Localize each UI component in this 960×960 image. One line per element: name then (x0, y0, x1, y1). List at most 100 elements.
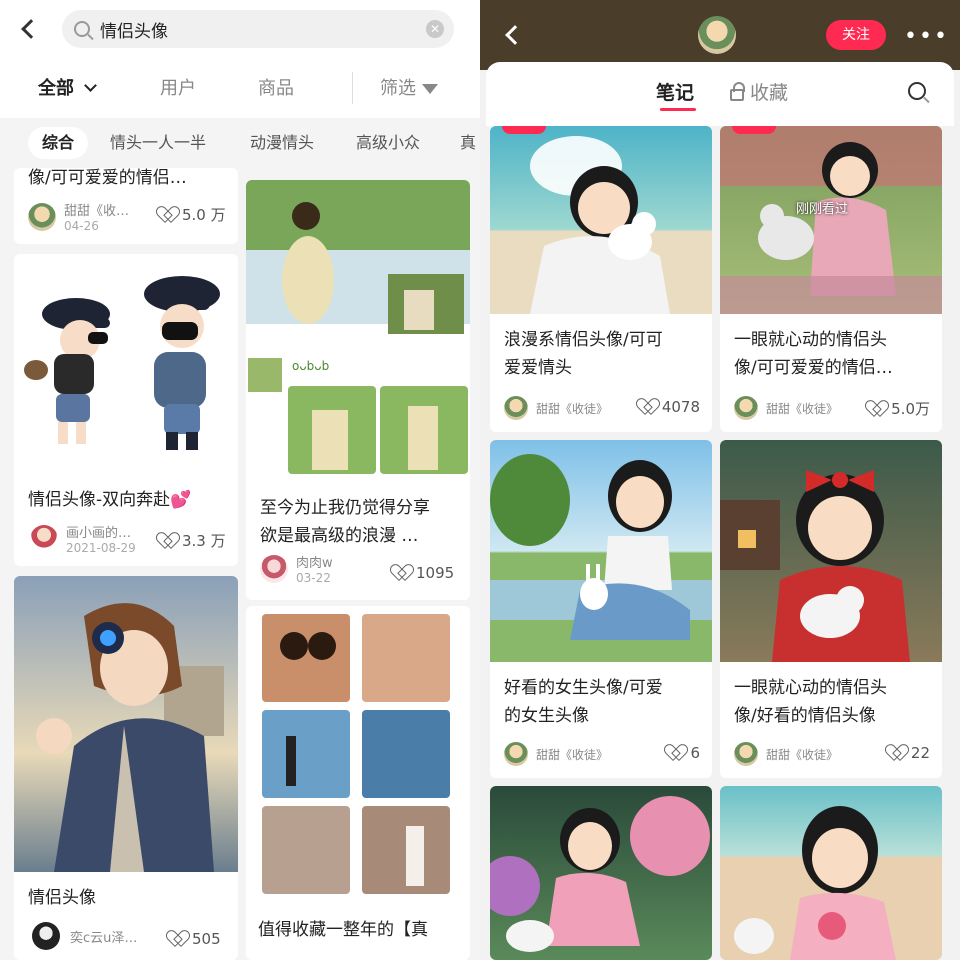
note-card[interactable]: 情侣头像-双向奔赴💕 画小画的… 2021-08-29 3.3 万 (14, 254, 238, 566)
avatar[interactable] (734, 742, 758, 766)
lake-couple-collage: oᴗbᴗb (246, 180, 470, 474)
more-icon[interactable]: ••• (904, 24, 949, 49)
avatar[interactable] (504, 396, 528, 420)
note-title-line-1: 好看的女生头像/可爱 (504, 678, 663, 698)
like-number: 5.0万 (891, 400, 930, 418)
note-title-line-1: 至今为止我仍觉得分享 (260, 498, 430, 518)
like-count[interactable]: 4078 (640, 398, 700, 416)
tab-divider (352, 72, 353, 104)
avatar[interactable] (32, 922, 60, 950)
author-name: 甜甜《收徒》 (536, 401, 609, 416)
avatar[interactable] (698, 16, 736, 54)
like-number: 505 (192, 930, 221, 948)
note-card[interactable]: 情侣头像 奕c云u泽… 505 (14, 576, 238, 960)
girl-with-kitten-red-bow-illustration (720, 470, 910, 662)
tab-filter[interactable]: 筛选 (380, 74, 438, 100)
girl-with-dog-garden-illustration (720, 126, 942, 314)
recently-viewed-label: 刚刚看过 (796, 202, 849, 217)
search-bar[interactable]: 情侣头像 ✕ (62, 10, 454, 48)
cover-image (490, 786, 712, 960)
avatar[interactable] (504, 742, 528, 766)
cover-image: oᴗbᴗb (246, 180, 470, 506)
search-icon[interactable] (908, 82, 926, 100)
heart-icon (869, 401, 887, 417)
avatar[interactable] (28, 202, 56, 231)
note-card[interactable]: 一眼就心动的情侣头 像/好看的情侣头像 甜甜《收徒》 22 (720, 440, 942, 778)
tab-favorites-label: 收藏 (750, 82, 789, 104)
note-meta: 奕c云u泽… (32, 922, 137, 950)
note-card[interactable]: 值得收藏一整年的【真 (246, 606, 470, 960)
like-count[interactable]: 505 (170, 930, 221, 948)
left-screen: 情侣头像 ✕ 全部 用户 商品 筛选 综合 情头一人一半 动漫情头 高级小众 真… (0, 0, 480, 960)
chevron-down-icon (84, 79, 98, 92)
heart-icon (160, 533, 178, 549)
cover-image (246, 606, 470, 902)
search-icon (74, 21, 90, 37)
note-title: 至今为止我仍觉得分享 欲是最高级的浪漫 … (260, 494, 460, 550)
note-date: 04-26 (64, 219, 99, 233)
cover-image (490, 126, 712, 314)
chip-half-pair[interactable]: 情头一人一半 (96, 127, 220, 159)
note-title: 一眼就心动的情侣头 像/可可爱爱的情侣… (734, 326, 934, 382)
author-name: 甜甜《收… (64, 204, 130, 219)
author-name: 甜甜《收徒》 (536, 747, 609, 762)
note-title: 一眼就心动的情侣头 像/好看的情侣头像 (734, 674, 934, 730)
author-name: 奕c云u泽… (70, 930, 138, 946)
heart-icon (889, 745, 907, 761)
note-card[interactable]: oᴗbᴗb 至今为止我仍觉得分享 欲是最高级的浪漫 … 肉肉w 03-22 109… (246, 180, 470, 600)
note-title: 像/可可爱爱的情侣… (28, 168, 187, 188)
search-input[interactable]: 情侣头像 (100, 17, 168, 42)
like-count[interactable]: 1095 (394, 564, 454, 582)
like-count[interactable]: 22 (889, 744, 930, 762)
avatar[interactable] (734, 396, 758, 420)
chip-niche[interactable]: 高级小众 (342, 127, 434, 159)
status-badge (502, 126, 546, 134)
note-card[interactable]: 刚刚看过 一眼就心动的情侣头 像/可可爱爱的情侣… 甜甜《收徒》 5.0万 (720, 126, 942, 432)
avatar[interactable] (30, 524, 58, 553)
tab-users[interactable]: 用户 (160, 74, 196, 100)
chip-anime-pair[interactable]: 动漫情头 (236, 127, 328, 159)
tab-favorites[interactable]: 收藏 (730, 78, 788, 105)
like-count[interactable]: 6 (668, 744, 700, 762)
like-count[interactable]: 3.3 万 (160, 530, 226, 551)
note-title-line-2: 像/好看的情侣头像 (734, 706, 876, 726)
tab-all[interactable]: 全部 (38, 74, 98, 100)
heart-icon (170, 931, 188, 947)
note-card[interactable]: 好看的女生头像/可爱 的女生头像 甜甜《收徒》 6 (490, 440, 712, 778)
chip-overall[interactable]: 综合 (28, 127, 89, 159)
note-card[interactable] (720, 786, 942, 960)
like-number: 3.3 万 (182, 532, 226, 550)
clear-icon[interactable]: ✕ (426, 20, 444, 38)
result-tabs: 全部 用户 商品 筛选 (0, 62, 480, 118)
note-title-line-2: 像/可可爱爱的情侣… (734, 358, 893, 378)
note-title-line-2: 欲是最高级的浪漫 … (260, 526, 419, 546)
like-count[interactable]: 5.0万 (869, 398, 930, 419)
note-meta: 画小画的… 2021-08-29 (30, 522, 136, 555)
avatar[interactable] (260, 554, 288, 583)
chip-real[interactable]: 真 (446, 127, 480, 159)
note-date: 03-22 (296, 571, 331, 585)
author-name: 甜甜《收徒》 (766, 747, 839, 762)
note-title-line-1: 一眼就心动的情侣头 (734, 330, 887, 350)
note-date: 2021-08-29 (66, 541, 136, 555)
like-number: 5.0 万 (182, 206, 226, 224)
note-card[interactable]: 浪漫系情侣头像/可可 爱爱情头 甜甜《收徒》 4078 (490, 126, 712, 432)
cover-image (14, 254, 238, 476)
note-title: 情侣头像 (28, 888, 96, 908)
active-tab-underline (660, 108, 696, 111)
note-card[interactable]: 像/可可爱爱的情侣… 甜甜《收… 04-26 5.0 万 (14, 168, 238, 244)
note-meta: 肉肉w 03-22 (260, 552, 333, 585)
heart-icon (160, 207, 178, 223)
tab-all-label: 全部 (38, 78, 74, 99)
like-count[interactable]: 5.0 万 (160, 204, 226, 225)
follow-button[interactable]: 关注 (826, 20, 886, 50)
girl-with-rabbit-lake-illustration (490, 454, 712, 640)
note-title: 值得收藏一整年的【真 (258, 920, 428, 940)
like-number: 1095 (416, 564, 455, 582)
author-name: 画小画的… (66, 526, 132, 541)
tab-goods[interactable]: 商品 (258, 74, 294, 100)
heart-icon (640, 399, 658, 415)
note-card[interactable] (490, 786, 712, 960)
tab-notes[interactable]: 笔记 (656, 78, 694, 105)
cover-image (490, 440, 712, 662)
